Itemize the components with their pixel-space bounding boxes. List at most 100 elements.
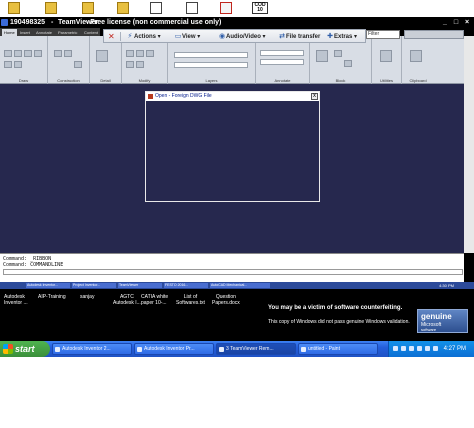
tray-icon[interactable] bbox=[393, 346, 398, 351]
folder-icon[interactable] bbox=[82, 2, 94, 14]
icon-label-line: paper 10-... bbox=[141, 300, 167, 306]
cod-icon[interactable]: COD 10 bbox=[252, 2, 268, 14]
remote-task-item[interactable]: Autodesk Inventor... bbox=[26, 283, 70, 288]
hatch-tool-icon[interactable] bbox=[14, 61, 22, 68]
folder-icon[interactable] bbox=[8, 2, 20, 14]
layer-combo[interactable] bbox=[174, 52, 248, 58]
dimension-style-combo[interactable] bbox=[260, 50, 304, 56]
desktop-icon-label[interactable]: CATIA white paper 10-... bbox=[141, 294, 168, 306]
taskbar-item-active[interactable]: 3 TeamViewer Rem... bbox=[216, 343, 296, 355]
arc-tool-icon[interactable] bbox=[34, 50, 42, 57]
tray-icon[interactable] bbox=[425, 346, 430, 351]
command-input[interactable] bbox=[3, 269, 463, 275]
tray-icon[interactable] bbox=[433, 346, 438, 351]
desktop-icon-label[interactable]: sanjay bbox=[80, 294, 94, 300]
text-style-combo[interactable] bbox=[260, 59, 304, 65]
icon-label-line: Inventor ... bbox=[4, 300, 28, 306]
copy-tool-icon[interactable] bbox=[136, 50, 144, 57]
genuine-warning: You may be a victim of software counterf… bbox=[268, 305, 416, 325]
move-tool-icon[interactable] bbox=[126, 50, 134, 57]
tray-icon[interactable] bbox=[409, 346, 414, 351]
offset-line-icon[interactable] bbox=[74, 61, 82, 68]
detail-tool-icon[interactable] bbox=[96, 50, 108, 62]
group-label-construction: Construction bbox=[57, 78, 80, 83]
dialog-close-button[interactable]: x bbox=[311, 93, 318, 100]
extras-label: Extras bbox=[334, 34, 353, 40]
desktop-icon-label[interactable]: Autodesk Inventor ... bbox=[4, 294, 28, 306]
desktop-icon-label[interactable]: List of Softwares.txt bbox=[176, 294, 205, 306]
folder-icon[interactable] bbox=[117, 2, 129, 14]
rectangle-tool-icon[interactable] bbox=[4, 61, 12, 68]
document-icon[interactable] bbox=[150, 2, 162, 14]
view-button[interactable]: ▭View ▾ bbox=[174, 30, 201, 43]
paste-tool-icon[interactable] bbox=[410, 50, 422, 62]
document-icon[interactable] bbox=[186, 2, 198, 14]
inventor-icon bbox=[55, 347, 60, 352]
maximize-icon[interactable]: □ bbox=[451, 18, 461, 27]
actions-button[interactable]: ⚡ Actions ▾ bbox=[126, 30, 161, 43]
tab-parametric[interactable]: Parametric bbox=[58, 29, 77, 36]
icon-label-line: Softwares.txt bbox=[176, 300, 205, 306]
tab-annotate[interactable]: Annotate bbox=[36, 29, 52, 36]
folder-icon[interactable] bbox=[45, 2, 57, 14]
trim-tool-icon[interactable] bbox=[126, 61, 134, 68]
group-label-detail: Detail bbox=[100, 78, 111, 83]
mirror-tool-icon[interactable] bbox=[136, 61, 144, 68]
taskbar-item-label: Autodesk Inventor Pr... bbox=[144, 346, 195, 352]
remote-task-item[interactable]: Project Inventor... bbox=[72, 283, 116, 288]
audio-video-button[interactable]: ◉Audio/Video ▾ bbox=[218, 30, 266, 43]
teamviewer-titlebar[interactable]: 190498325 - TeamViewer - Free license (n… bbox=[0, 17, 474, 28]
pdf-icon[interactable] bbox=[220, 2, 232, 14]
create-block-icon[interactable] bbox=[334, 50, 342, 57]
insert-block-icon[interactable] bbox=[316, 50, 328, 62]
close-icon[interactable]: × bbox=[462, 18, 472, 27]
remote-taskbar: Autodesk Inventor... Project Inventor...… bbox=[0, 282, 474, 289]
taskbar-item[interactable]: Autodesk Inventor 2... bbox=[52, 343, 132, 355]
search-input[interactable]: Filter bbox=[366, 30, 400, 39]
layer-state-combo[interactable] bbox=[174, 62, 248, 68]
circle-tool-icon[interactable] bbox=[24, 50, 32, 57]
start-button[interactable]: start bbox=[0, 341, 50, 357]
polyline-tool-icon[interactable] bbox=[14, 50, 22, 57]
clock[interactable]: 4:27 PM bbox=[444, 341, 466, 357]
desktop-icon-label[interactable]: Question Papers.docx bbox=[212, 294, 240, 306]
ray-tool-icon[interactable] bbox=[64, 50, 72, 57]
tab-insert[interactable]: Insert bbox=[20, 29, 30, 36]
open-foreign-dwg-dialog: Open - Foreign DWG File x bbox=[145, 91, 320, 202]
inventor-icon bbox=[137, 347, 142, 352]
tab-content[interactable]: Content bbox=[84, 29, 98, 36]
cod-sub: 10 bbox=[257, 7, 263, 13]
tray-icon[interactable] bbox=[417, 346, 422, 351]
remote-task-item[interactable]: TeamViewer bbox=[118, 283, 162, 288]
taskbar-item[interactable]: untitled - Paint bbox=[298, 343, 378, 355]
file-transfer-button[interactable]: ⇄File transfer bbox=[278, 30, 320, 43]
taskbar: start Autodesk Inventor 2... Autodesk In… bbox=[0, 341, 474, 357]
quick-access-toolbar[interactable] bbox=[404, 30, 464, 39]
taskbar-item[interactable]: Autodesk Inventor Pr... bbox=[134, 343, 214, 355]
desktop-icon-label[interactable]: AIP-Training bbox=[38, 294, 66, 300]
dialog-titlebar[interactable]: Open - Foreign DWG File x bbox=[146, 92, 319, 101]
warning-body: This copy of Windows did not pass genuin… bbox=[268, 319, 410, 325]
autocad-icon bbox=[148, 94, 153, 99]
close-connection-icon[interactable]: ✕ bbox=[108, 30, 115, 43]
tray-icon[interactable] bbox=[401, 346, 406, 351]
genuine-microsoft-badge[interactable]: genuine Microsoft software bbox=[417, 309, 468, 333]
blank-area bbox=[0, 357, 474, 428]
measure-tool-icon[interactable] bbox=[380, 50, 392, 62]
remote-clock: 4:30 PM bbox=[439, 283, 454, 288]
remote-task-item[interactable]: FESTO 2016... bbox=[164, 283, 208, 288]
desktop-icon-label[interactable]: AGTC Autodesk I... bbox=[113, 294, 141, 306]
dialog-title: Open - Foreign DWG File bbox=[155, 93, 212, 99]
group-label-block: Block bbox=[335, 78, 346, 83]
edit-block-icon[interactable] bbox=[344, 60, 352, 67]
vertical-scrollbar[interactable] bbox=[464, 36, 474, 253]
rotate-tool-icon[interactable] bbox=[146, 50, 154, 57]
view-label: View bbox=[182, 34, 196, 40]
line-tool-icon[interactable] bbox=[4, 50, 12, 57]
extras-button[interactable]: ✚Extras ▾ bbox=[326, 30, 357, 43]
minimize-icon[interactable]: _ bbox=[440, 18, 450, 27]
tab-home[interactable]: Home bbox=[2, 29, 17, 36]
remote-task-item[interactable]: AutoCAD Mechanical... bbox=[210, 283, 270, 288]
group-label-clipboard: Clipboard bbox=[409, 78, 427, 83]
construction-line-icon[interactable] bbox=[54, 50, 62, 57]
